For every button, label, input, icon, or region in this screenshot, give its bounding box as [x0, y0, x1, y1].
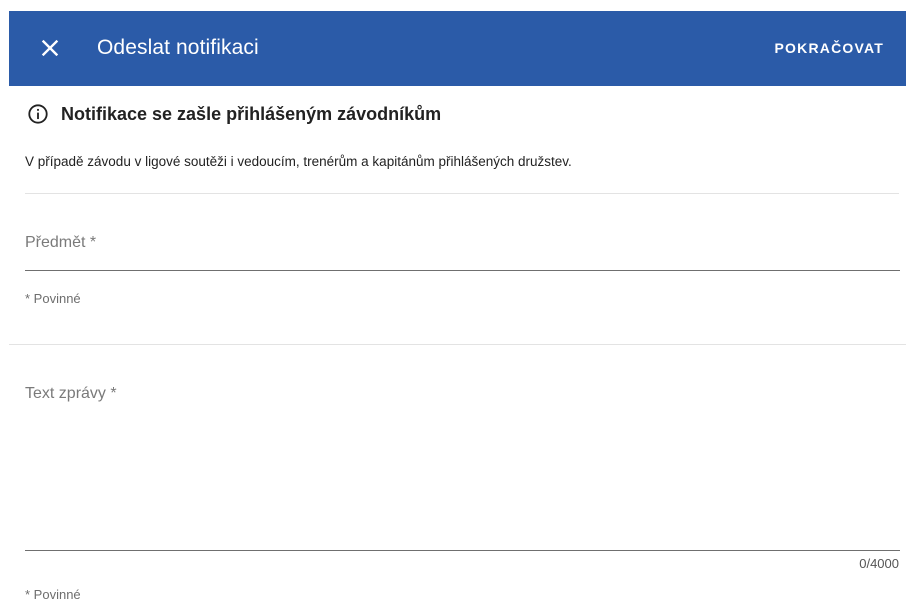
- info-description: V případě závodu v ligové soutěži i vedo…: [25, 154, 572, 169]
- divider: [25, 193, 899, 194]
- character-counter: 0/4000: [859, 556, 899, 571]
- message-textarea[interactable]: [25, 380, 900, 540]
- close-icon[interactable]: [37, 35, 63, 61]
- notification-dialog: Odeslat notifikaci POKRAČOVAT Notifikace…: [0, 0, 906, 604]
- info-icon: [28, 104, 48, 124]
- info-title: Notifikace se zašle přihlášeným závodník…: [61, 103, 442, 124]
- subject-field: [25, 230, 900, 271]
- continue-button[interactable]: POKRAČOVAT: [775, 39, 884, 57]
- divider: [9, 344, 906, 345]
- dialog-title: Odeslat notifikaci: [97, 36, 259, 59]
- info-heading: Notifikace se zašle přihlášeným závodník…: [27, 101, 441, 127]
- message-field: [25, 380, 900, 551]
- message-required-hint: * Povinné: [25, 587, 81, 602]
- subject-input[interactable]: [25, 230, 900, 256]
- subject-required-hint: * Povinné: [25, 291, 81, 306]
- dialog-toolbar: Odeslat notifikaci POKRAČOVAT: [9, 11, 906, 86]
